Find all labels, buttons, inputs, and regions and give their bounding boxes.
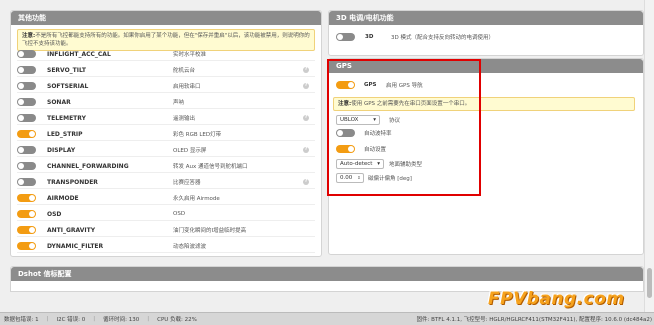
- feature-row: DYNAMIC_FILTER 动态陷波滤波: [17, 240, 315, 253]
- feature-desc: 彩色 RGB LED灯带: [173, 132, 222, 138]
- feature-row: LED_STRIP 彩色 RGB LED灯带: [17, 128, 315, 141]
- feature-desc: 舵机云台: [173, 68, 196, 74]
- feature-name: TELEMETRY: [47, 114, 86, 122]
- watermark-logo: FPVbang.com: [488, 289, 625, 309]
- feature-row: TRANSPONDER 比赛应答器?: [17, 176, 315, 189]
- help-icon[interactable]: ?: [303, 83, 309, 89]
- feature-desc: 转发 Aux 通道信号到舵机端口: [173, 164, 248, 170]
- scrollbar-track[interactable]: [644, 0, 654, 313]
- feature-name: ANTI_GRAVITY: [47, 226, 96, 234]
- motor3d-desc: 3D 模式（配合支持反向转动的电调使用）: [391, 35, 494, 41]
- feature-row: DISPLAY OLED 显示屏?: [17, 144, 315, 157]
- feature-row: SERVO_TILT 舵机云台?: [17, 64, 315, 77]
- status-cycle-time: 循环时间: 130: [103, 317, 140, 323]
- feature-toggle[interactable]: [17, 130, 36, 138]
- feature-row: TELEMETRY 遥测输出?: [17, 112, 315, 125]
- feature-toggle[interactable]: [17, 98, 36, 106]
- feature-name: SONAR: [47, 98, 71, 106]
- feature-toggle[interactable]: [17, 114, 36, 122]
- help-icon[interactable]: ?: [303, 115, 309, 121]
- feature-name: SERVO_TILT: [47, 66, 86, 74]
- feature-row: ANTI_GRAVITY 油门变化瞬间的I增益临时提高: [17, 224, 315, 237]
- feature-row: SONAR 声呐: [17, 96, 315, 109]
- feature-desc: 油门变化瞬间的I增益临时提高: [173, 228, 247, 234]
- status-cpu-load: CPU 负载: 22%: [157, 317, 197, 323]
- feature-desc: 比赛应答器: [173, 180, 201, 186]
- feature-name: DYNAMIC_FILTER: [47, 242, 104, 250]
- feature-toggle[interactable]: [17, 210, 36, 218]
- feature-toggle[interactable]: [17, 226, 36, 234]
- feature-desc: 遥测输出: [173, 116, 196, 122]
- feature-desc: OLED 显示屏: [173, 148, 207, 154]
- feature-toggle[interactable]: [17, 66, 36, 74]
- feature-name: DISPLAY: [47, 146, 76, 154]
- status-i2c-error: I2C 错误: 0: [56, 317, 86, 323]
- scrollbar-thumb[interactable]: [647, 268, 652, 298]
- feature-toggle[interactable]: [17, 162, 36, 170]
- feature-toggle[interactable]: [17, 50, 36, 58]
- feature-toggle[interactable]: [17, 178, 36, 186]
- feature-row: OSD OSD: [17, 208, 315, 221]
- feature-desc: 声呐: [173, 100, 185, 106]
- help-icon[interactable]: ?: [303, 179, 309, 185]
- status-firmware: 固件: BTFL 4.1.1, 飞控型号: HGLR/HGLRCF411(STM…: [416, 317, 652, 323]
- feature-row: SOFTSERIAL 启用软串口?: [17, 80, 315, 93]
- motor3d-title: 3D 电调/电机功能: [329, 11, 643, 25]
- help-icon[interactable]: ?: [303, 67, 309, 73]
- feature-name: AIRMODE: [47, 194, 79, 202]
- feature-desc: 永久启用 Airmode: [173, 196, 220, 202]
- feature-name: LED_STRIP: [47, 130, 83, 138]
- feature-name: INFLIGHT_ACC_CAL: [47, 50, 111, 58]
- feature-name: SOFTSERIAL: [47, 82, 89, 90]
- help-icon[interactable]: ?: [303, 147, 309, 153]
- motor3d-name: 3D: [365, 34, 374, 40]
- feature-toggle[interactable]: [17, 146, 36, 154]
- motor3d-panel: 3D 电调/电机功能 3D 3D 模式（配合支持反向转动的电调使用）: [328, 10, 644, 56]
- feature-desc: OSD: [173, 211, 186, 217]
- status-packet-error: 数据包错误: 1: [4, 317, 39, 323]
- feature-toggle[interactable]: [17, 242, 36, 250]
- feature-desc: 动态陷波滤波: [173, 244, 207, 250]
- feature-toggle[interactable]: [17, 82, 36, 90]
- feature-desc: 实时水平校准: [173, 52, 207, 58]
- other-features-title: 其他功能: [11, 11, 321, 25]
- feature-desc: 启用软串口: [173, 84, 201, 90]
- feature-row: CHANNEL_FORWARDING 转发 Aux 通道信号到舵机端口: [17, 160, 315, 173]
- feature-row: AIRMODE 永久启用 Airmode: [17, 192, 315, 205]
- feature-row: INFLIGHT_ACC_CAL 实时水平校准: [17, 48, 315, 61]
- motor3d-toggle[interactable]: [336, 33, 355, 41]
- feature-name: OSD: [47, 210, 62, 218]
- dshot-title: Dshot 信标配置: [11, 267, 643, 281]
- highlight-box: [327, 59, 481, 196]
- other-features-panel: 其他功能 注意:不是所有飞控都能支持所有的功能。如果你启用了某个功能，但在"保存…: [10, 10, 322, 257]
- feature-name: CHANNEL_FORWARDING: [47, 162, 129, 170]
- status-bar: 数据包错误: 1 | I2C 错误: 0 | 循环时间: 130 | CPU 负载: …: [0, 312, 654, 325]
- feature-name: TRANSPONDER: [47, 178, 98, 186]
- feature-toggle[interactable]: [17, 194, 36, 202]
